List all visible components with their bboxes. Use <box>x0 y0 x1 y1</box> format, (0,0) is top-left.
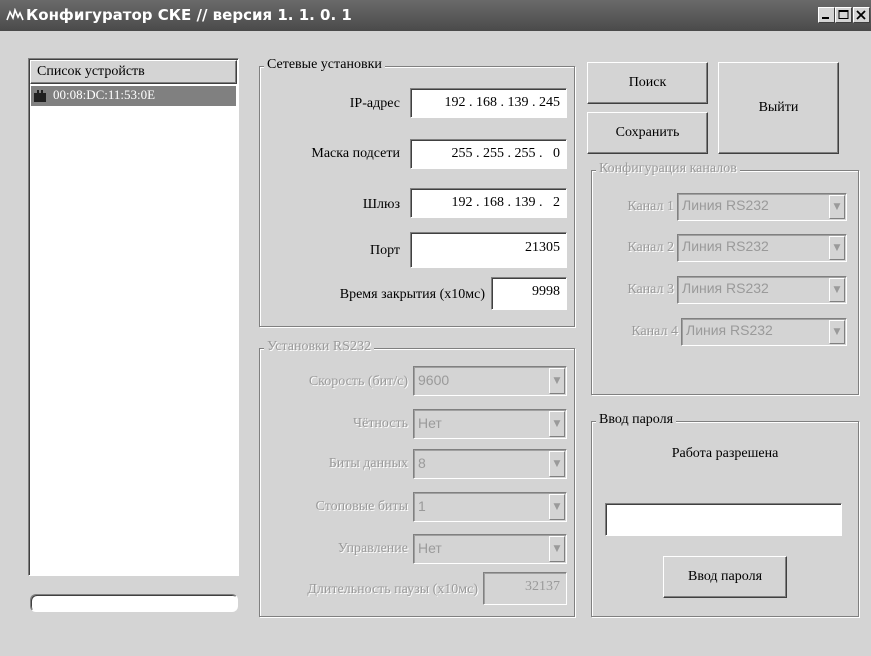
channel-4-select[interactable]: Линия RS232 ▼ <box>681 318 847 346</box>
channel-4-label: Канал 4 <box>631 324 678 339</box>
channel-1-select[interactable]: Линия RS232 ▼ <box>677 193 847 221</box>
chevron-down-icon: ▼ <box>549 368 565 394</box>
device-mac: 00:08:DC:11:53:0E <box>53 87 156 102</box>
close-button[interactable] <box>853 7 870 23</box>
device-list-header-label: Список устройств <box>37 64 145 79</box>
channel-3-label: Канал 3 <box>627 282 674 297</box>
close-time-label: Время закрытия (x10мс) <box>339 287 485 302</box>
app-icon <box>6 8 24 21</box>
device-list[interactable]: Список устройств 00:08:DC:11:53:0E <box>28 58 239 576</box>
list-item[interactable]: 00:08:DC:11:53:0E <box>31 86 236 106</box>
exit-button-label: Выйти <box>758 100 799 115</box>
channel-2-label: Канал 2 <box>627 240 674 255</box>
device-icon <box>34 90 46 102</box>
chevron-down-icon: ▼ <box>549 451 565 477</box>
chevron-down-icon: ▼ <box>549 411 565 437</box>
password-input[interactable] <box>605 503 842 536</box>
enter-password-button-label: Ввод пароля <box>687 569 763 584</box>
password-legend: Ввод пароля <box>596 412 677 428</box>
network-settings-legend: Сетевые установки <box>264 57 385 73</box>
close-time-value: 9998 <box>532 284 560 299</box>
stop-bits-select[interactable]: 1 ▼ <box>413 492 567 522</box>
speed-select[interactable]: 9600 ▼ <box>413 366 567 396</box>
ip-address-field[interactable]: 192 . 168 . 139 . 245 <box>410 88 567 118</box>
chevron-down-icon: ▼ <box>829 320 845 344</box>
gateway-field[interactable]: 192 . 168 . 139 . 2 <box>410 188 567 218</box>
port-label: Порт <box>369 243 400 258</box>
parity-select[interactable]: Нет ▼ <box>413 409 567 439</box>
minimize-icon <box>822 17 829 19</box>
channels-legend: Конфигурация каналов <box>596 161 740 177</box>
rs232-legend: Установки RS232 <box>264 339 374 355</box>
channel-1-label: Канал 1 <box>627 199 674 214</box>
port-value: 21305 <box>525 240 560 255</box>
channel-4-value: Линия RS232 <box>686 322 773 338</box>
maximize-icon <box>838 10 849 19</box>
control-label: Управление <box>337 541 408 556</box>
chevron-down-icon: ▼ <box>829 236 845 260</box>
close-time-field[interactable]: 9998 <box>491 277 567 310</box>
stop-bits-value: 1 <box>418 498 426 514</box>
control-value: Нет <box>418 540 442 556</box>
data-bits-value: 8 <box>418 455 426 471</box>
gateway-label: Шлюз <box>362 197 400 212</box>
ip-label: IP-адрес <box>349 96 400 111</box>
work-status: Работа разрешена <box>671 446 779 461</box>
window-title: Конфигуратор СКЕ // версия 1. 1. 0. 1 <box>26 6 352 24</box>
title-bar[interactable]: Конфигуратор СКЕ // версия 1. 1. 0. 1 <box>0 0 871 31</box>
channel-3-value: Линия RS232 <box>682 280 769 296</box>
gateway-value: 192 . 168 . 139 . 2 <box>451 195 561 210</box>
chevron-down-icon: ▼ <box>829 278 845 302</box>
stop-bits-label: Стоповые биты <box>315 499 408 514</box>
pause-label: Длительность паузы (x10мс) <box>307 582 478 597</box>
parity-value: Нет <box>418 415 442 431</box>
search-button-label: Поиск <box>628 75 667 90</box>
channel-3-select[interactable]: Линия RS232 ▼ <box>677 276 847 304</box>
search-button[interactable]: Поиск <box>587 62 708 104</box>
chevron-down-icon: ▼ <box>549 536 565 562</box>
maximize-button[interactable] <box>835 7 852 23</box>
close-icon <box>856 10 866 20</box>
parity-label: Чётность <box>353 416 408 431</box>
pause-value: 32137 <box>525 579 560 594</box>
pause-field[interactable]: 32137 <box>483 572 567 605</box>
channel-2-select[interactable]: Линия RS232 ▼ <box>677 234 847 262</box>
subnet-mask-field[interactable]: 255 . 255 . 255 . 0 <box>410 139 567 169</box>
data-bits-label: Биты данных <box>328 456 408 471</box>
exit-button[interactable]: Выйти <box>718 62 839 154</box>
chevron-down-icon: ▼ <box>829 195 845 219</box>
save-button[interactable]: Сохранить <box>587 112 708 154</box>
port-field[interactable]: 21305 <box>410 232 567 268</box>
speed-value: 9600 <box>418 372 450 388</box>
minimize-button[interactable] <box>818 7 835 23</box>
chevron-down-icon: ▼ <box>549 494 565 520</box>
channel-1-value: Линия RS232 <box>682 197 769 213</box>
control-select[interactable]: Нет ▼ <box>413 534 567 564</box>
enter-password-button[interactable]: Ввод пароля <box>663 556 787 598</box>
data-bits-select[interactable]: 8 ▼ <box>413 449 567 479</box>
progress-bar <box>30 594 238 612</box>
speed-label: Скорость (бит/с) <box>308 374 408 389</box>
ip-value: 192 . 168 . 139 . 245 <box>444 95 561 110</box>
channel-2-value: Линия RS232 <box>682 238 769 254</box>
mask-value: 255 . 255 . 255 . 0 <box>451 146 561 161</box>
save-button-label: Сохранить <box>615 125 680 140</box>
mask-label: Маска подсети <box>311 146 400 161</box>
device-list-header[interactable]: Список устройств <box>30 60 237 84</box>
